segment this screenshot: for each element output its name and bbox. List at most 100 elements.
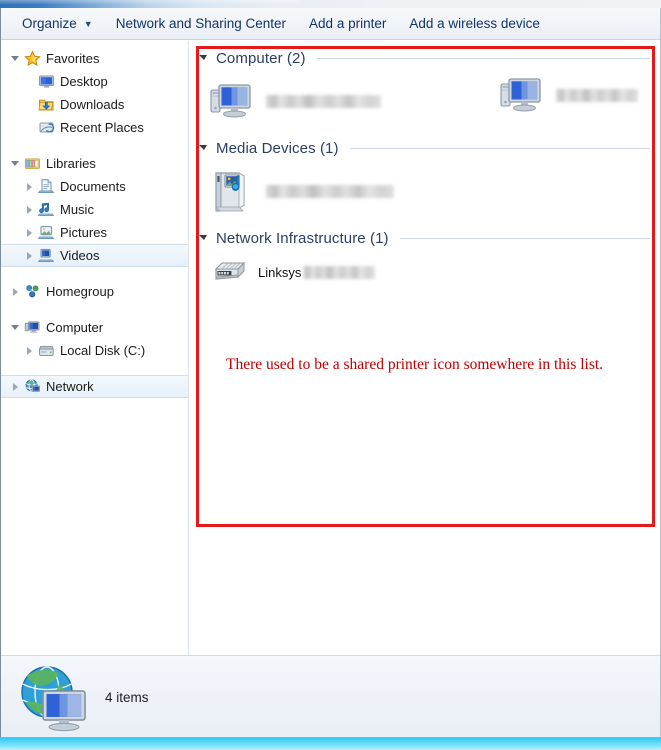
aero-glass-top-strip	[0, 0, 661, 8]
network-and-sharing-center-button[interactable]: Network and Sharing Center	[109, 13, 293, 35]
group-header-computer[interactable]: Computer (2)	[190, 45, 660, 71]
group-divider	[316, 57, 650, 59]
sidebar-item-downloads[interactable]: Downloads	[1, 93, 188, 116]
pictures-library-icon	[38, 224, 55, 241]
expander-closed-icon[interactable]	[9, 380, 23, 394]
media-devices-items-row	[190, 161, 660, 221]
chevron-down-icon: ▼	[83, 18, 93, 29]
sidebar-item-label: Libraries	[46, 156, 96, 171]
add-a-wireless-device-button[interactable]: Add a wireless device	[402, 13, 547, 35]
music-library-icon	[38, 201, 55, 218]
sidebar-item-favorites[interactable]: Favorites	[1, 47, 188, 70]
group-title: Network Infrastructure (1)	[216, 229, 389, 247]
sidebar-item-network[interactable]: Network	[1, 375, 188, 398]
add-a-printer-button[interactable]: Add a printer	[302, 13, 393, 35]
network-globe-icon	[24, 378, 41, 395]
sidebar-item-homegroup[interactable]: Homegroup	[1, 280, 188, 303]
item-label	[264, 94, 381, 109]
computer-items-row	[190, 71, 660, 131]
sidebar-item-label: Network	[46, 379, 94, 394]
documents-library-icon	[38, 178, 55, 195]
videos-library-icon	[38, 247, 55, 264]
sidebar-item-computer[interactable]: Computer	[1, 316, 188, 339]
redacted-router-model	[303, 265, 376, 279]
network-globe-computer-icon	[17, 662, 91, 732]
organize-menu-label: Organize	[22, 15, 77, 31]
expander-closed-icon[interactable]	[23, 203, 37, 217]
sidebar-item-label: Videos	[60, 248, 100, 263]
sidebar-item-label: Local Disk (C:)	[60, 343, 146, 358]
explorer-body: Favorites Desktop Downloads Recent Place…	[1, 41, 660, 655]
group-divider	[399, 237, 650, 239]
router-icon	[210, 255, 250, 289]
expander-open-icon[interactable]	[9, 52, 23, 66]
homegroup-icon	[24, 283, 41, 300]
desktop-icon	[38, 73, 55, 90]
group-title: Computer (2)	[216, 49, 306, 67]
media-device-icon	[208, 167, 256, 215]
group-header-media-devices[interactable]: Media Devices (1)	[190, 135, 660, 161]
aero-glass-bottom-strip	[0, 738, 661, 750]
sidebar-item-label: Computer	[46, 320, 104, 335]
network-infrastructure-items-row: Linksys	[190, 251, 660, 293]
expander-closed-icon[interactable]	[23, 180, 37, 194]
list-item[interactable]	[498, 71, 660, 119]
expander-closed-icon[interactable]	[23, 226, 37, 240]
recent-places-icon	[38, 119, 55, 136]
redacted-media-device-name	[266, 184, 394, 198]
status-bar: 4 items	[1, 655, 660, 738]
expander-placeholder	[23, 121, 37, 135]
local-disk-icon	[38, 342, 55, 359]
sidebar-item-libraries[interactable]: Libraries	[1, 152, 188, 175]
sidebar-item-label: Music	[60, 202, 94, 217]
annotation-note-text: There used to be a shared printer icon s…	[226, 356, 604, 373]
sidebar-item-desktop[interactable]: Desktop	[1, 70, 188, 93]
router-name-text: Linksys	[258, 264, 302, 280]
collapse-triangle-icon[interactable]	[198, 52, 210, 64]
content-pane[interactable]: Computer (2) Media Devices (1) Network I…	[190, 41, 660, 655]
list-item[interactable]: Linksys	[190, 251, 490, 293]
sidebar-item-label: Documents	[60, 179, 126, 194]
explorer-window: Organize ▼ Network and Sharing Center Add…	[0, 0, 661, 750]
redacted-computer-name	[266, 94, 381, 108]
item-count-label: 4 items	[105, 689, 149, 705]
sidebar-item-label: Desktop	[60, 74, 108, 89]
item-label: Linksys	[258, 264, 376, 280]
libraries-icon	[24, 155, 41, 172]
organize-menu-button[interactable]: Organize ▼	[15, 13, 100, 35]
sidebar-item-label: Homegroup	[46, 284, 114, 299]
group-divider	[349, 147, 650, 149]
downloads-folder-icon	[38, 96, 55, 113]
expander-closed-icon[interactable]	[23, 344, 37, 358]
sidebar-item-music[interactable]: Music	[1, 198, 188, 221]
expander-placeholder	[23, 75, 37, 89]
sidebar-item-label: Favorites	[46, 51, 100, 66]
computer-monitor-icon	[498, 71, 546, 119]
sidebar-item-documents[interactable]: Documents	[1, 175, 188, 198]
navigation-pane[interactable]: Favorites Desktop Downloads Recent Place…	[1, 41, 189, 655]
collapse-triangle-icon[interactable]	[198, 142, 210, 154]
expander-open-icon[interactable]	[9, 157, 23, 171]
sidebar-item-label: Pictures	[60, 225, 107, 240]
group-header-network-infrastructure[interactable]: Network Infrastructure (1)	[190, 225, 660, 251]
computer-icon	[24, 319, 41, 336]
expander-open-icon[interactable]	[9, 321, 23, 335]
sidebar-item-videos[interactable]: Videos	[1, 244, 188, 267]
sidebar-item-local-disk-c[interactable]: Local Disk (C:)	[1, 339, 188, 362]
sidebar-item-recent-places[interactable]: Recent Places	[1, 116, 188, 139]
sidebar-item-label: Recent Places	[60, 120, 144, 135]
sidebar-item-pictures[interactable]: Pictures	[1, 221, 188, 244]
sidebar-item-label: Downloads	[60, 97, 125, 112]
computer-monitor-icon	[208, 77, 256, 125]
expander-placeholder	[23, 98, 37, 112]
expander-closed-icon[interactable]	[23, 249, 37, 263]
list-item[interactable]	[190, 161, 490, 221]
group-title: Media Devices (1)	[216, 139, 339, 157]
expander-closed-icon[interactable]	[9, 285, 23, 299]
list-item[interactable]	[190, 71, 490, 131]
item-label	[554, 88, 638, 103]
collapse-triangle-icon[interactable]	[198, 232, 210, 244]
